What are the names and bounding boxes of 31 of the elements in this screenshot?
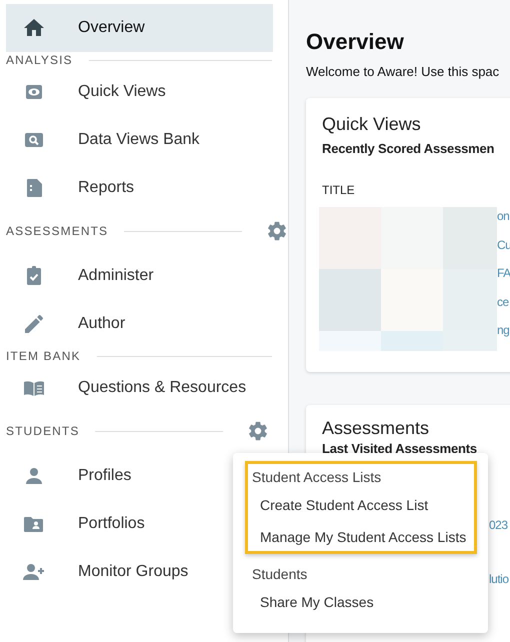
column-header: TITLE — [322, 183, 356, 197]
card-subtitle: Recently Scored Assessmen — [322, 141, 496, 156]
assessment-link[interactable]: on — [497, 209, 510, 238]
section-heading: ASSESSMENTS — [6, 224, 108, 238]
section-heading: ANALYSIS — [6, 53, 73, 67]
assessment-link[interactable]: 023 — [489, 518, 510, 532]
assessment-link[interactable]: ng — [497, 323, 510, 352]
nav-item[interactable]: Author — [6, 300, 273, 348]
nav-item[interactable]: Reports — [6, 164, 273, 212]
section-heading: ITEM BANK — [6, 349, 81, 363]
menu-group-heading: Students — [252, 566, 308, 582]
assessment-link[interactable]: ce — [497, 294, 510, 323]
pencil-icon — [22, 312, 46, 336]
settings-icon[interactable] — [247, 420, 270, 442]
menu-item[interactable]: Share My Classes — [252, 594, 474, 610]
menu-item[interactable]: Manage My Student Access Lists — [252, 529, 474, 545]
nav-item[interactable]: Data Views Bank — [6, 116, 273, 164]
nav-item[interactable]: Overview — [6, 4, 273, 52]
card-subtitle: Last Visited Assessments — [322, 441, 478, 456]
nav-item[interactable]: Questions & Resources — [6, 364, 273, 412]
page-title: Overview — [306, 29, 405, 55]
card-title: Assessments — [322, 418, 430, 439]
menu-item[interactable]: Create Student Access List — [252, 497, 474, 513]
settings-icon[interactable] — [266, 220, 288, 242]
card-title: Quick Views — [322, 114, 422, 135]
nav-item[interactable]: Administer — [6, 252, 273, 300]
section-heading: STUDENTS — [6, 424, 80, 438]
assessment-link[interactable]: lutio — [489, 572, 510, 586]
nav-item[interactable]: Quick Views — [6, 68, 273, 116]
menu-group-heading: Student Access Lists — [252, 469, 382, 485]
welcome-text: Welcome to Aware! Use this spac — [306, 64, 500, 79]
